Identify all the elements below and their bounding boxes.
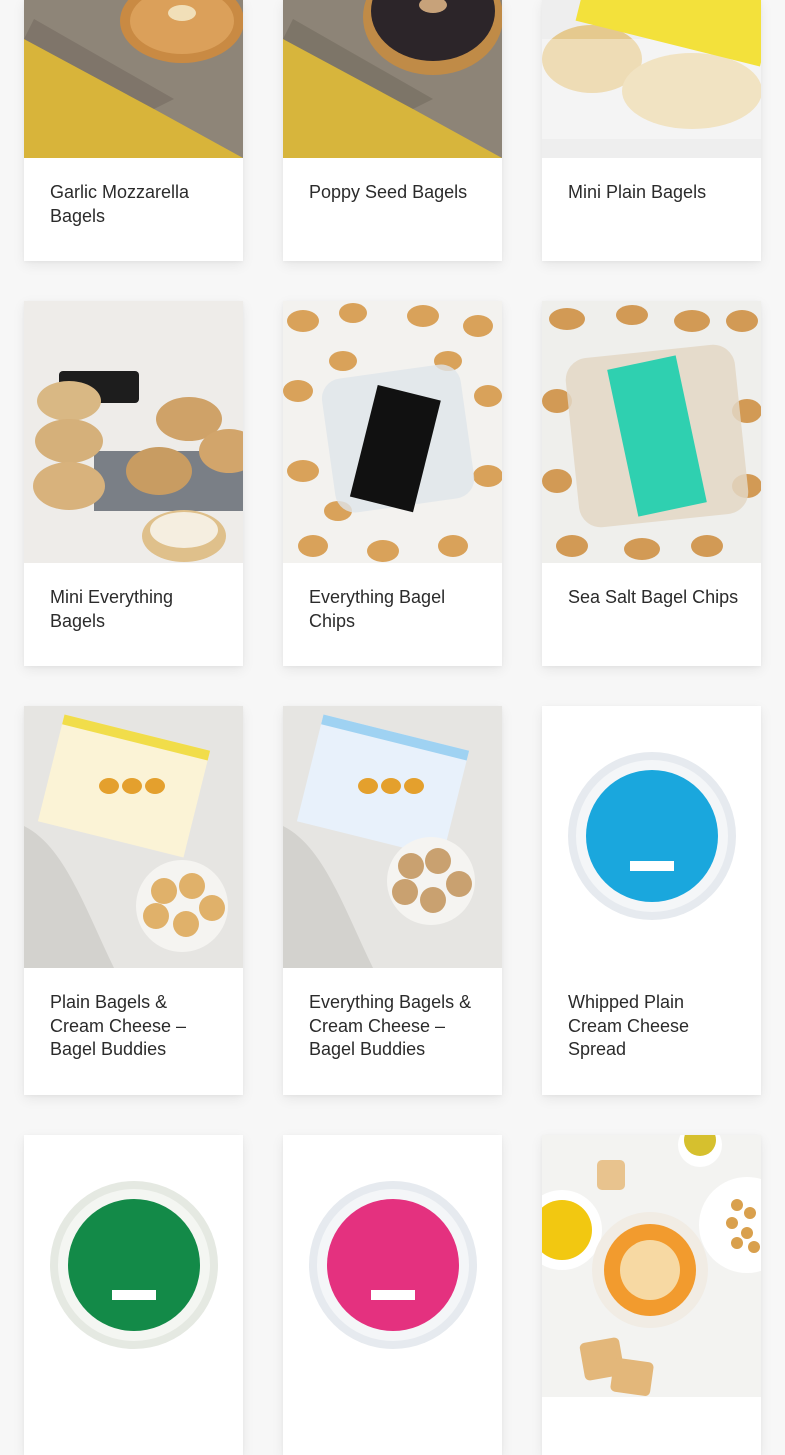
product-title[interactable]: Everything Bagel Chips [309,586,481,633]
product-title[interactable]: Garlic Mozzarella Bagels [50,181,222,228]
product-image[interactable] [24,301,243,563]
product-title[interactable]: Mini Plain Bagels [568,181,740,205]
product-image[interactable] [283,0,502,158]
product-card[interactable]: Plain Bagels & Cream Cheese – Bagel Budd… [24,706,243,1095]
product-image[interactable] [283,301,502,563]
product-image[interactable] [283,706,502,968]
product-card[interactable]: Mini Plain Bagels [542,0,761,261]
product-card[interactable]: Everything Bagels & Cream Cheese – Bagel… [283,706,502,1095]
product-image[interactable] [542,706,761,968]
product-image[interactable] [24,1135,243,1397]
product-card[interactable] [24,1135,243,1455]
product-image[interactable] [542,301,761,563]
product-grid: Garlic Mozzarella Bagels Poppy Seed Bage… [0,0,785,1455]
product-card[interactable]: Whipped Plain Cream Cheese Spread [542,706,761,1095]
product-title[interactable]: Poppy Seed Bagels [309,181,481,205]
product-image[interactable] [542,1135,761,1397]
product-image[interactable] [283,1135,502,1397]
product-card[interactable] [542,1135,761,1455]
product-card[interactable]: Sea Salt Bagel Chips [542,301,761,666]
product-image[interactable] [24,0,243,158]
product-title[interactable]: Mini Everything Bagels [50,586,222,633]
product-title[interactable]: Sea Salt Bagel Chips [568,586,740,610]
product-card[interactable]: Garlic Mozzarella Bagels [24,0,243,261]
product-title[interactable]: Whipped Plain Cream Cheese Spread [568,991,740,1062]
product-title[interactable]: Everything Bagels & Cream Cheese – Bagel… [309,991,481,1062]
product-image[interactable] [24,706,243,968]
product-title[interactable]: Plain Bagels & Cream Cheese – Bagel Budd… [50,991,222,1062]
product-card[interactable]: Everything Bagel Chips [283,301,502,666]
product-image[interactable] [542,0,761,158]
product-card[interactable] [283,1135,502,1455]
product-card[interactable]: Poppy Seed Bagels [283,0,502,261]
product-card[interactable]: Mini Everything Bagels [24,301,243,666]
